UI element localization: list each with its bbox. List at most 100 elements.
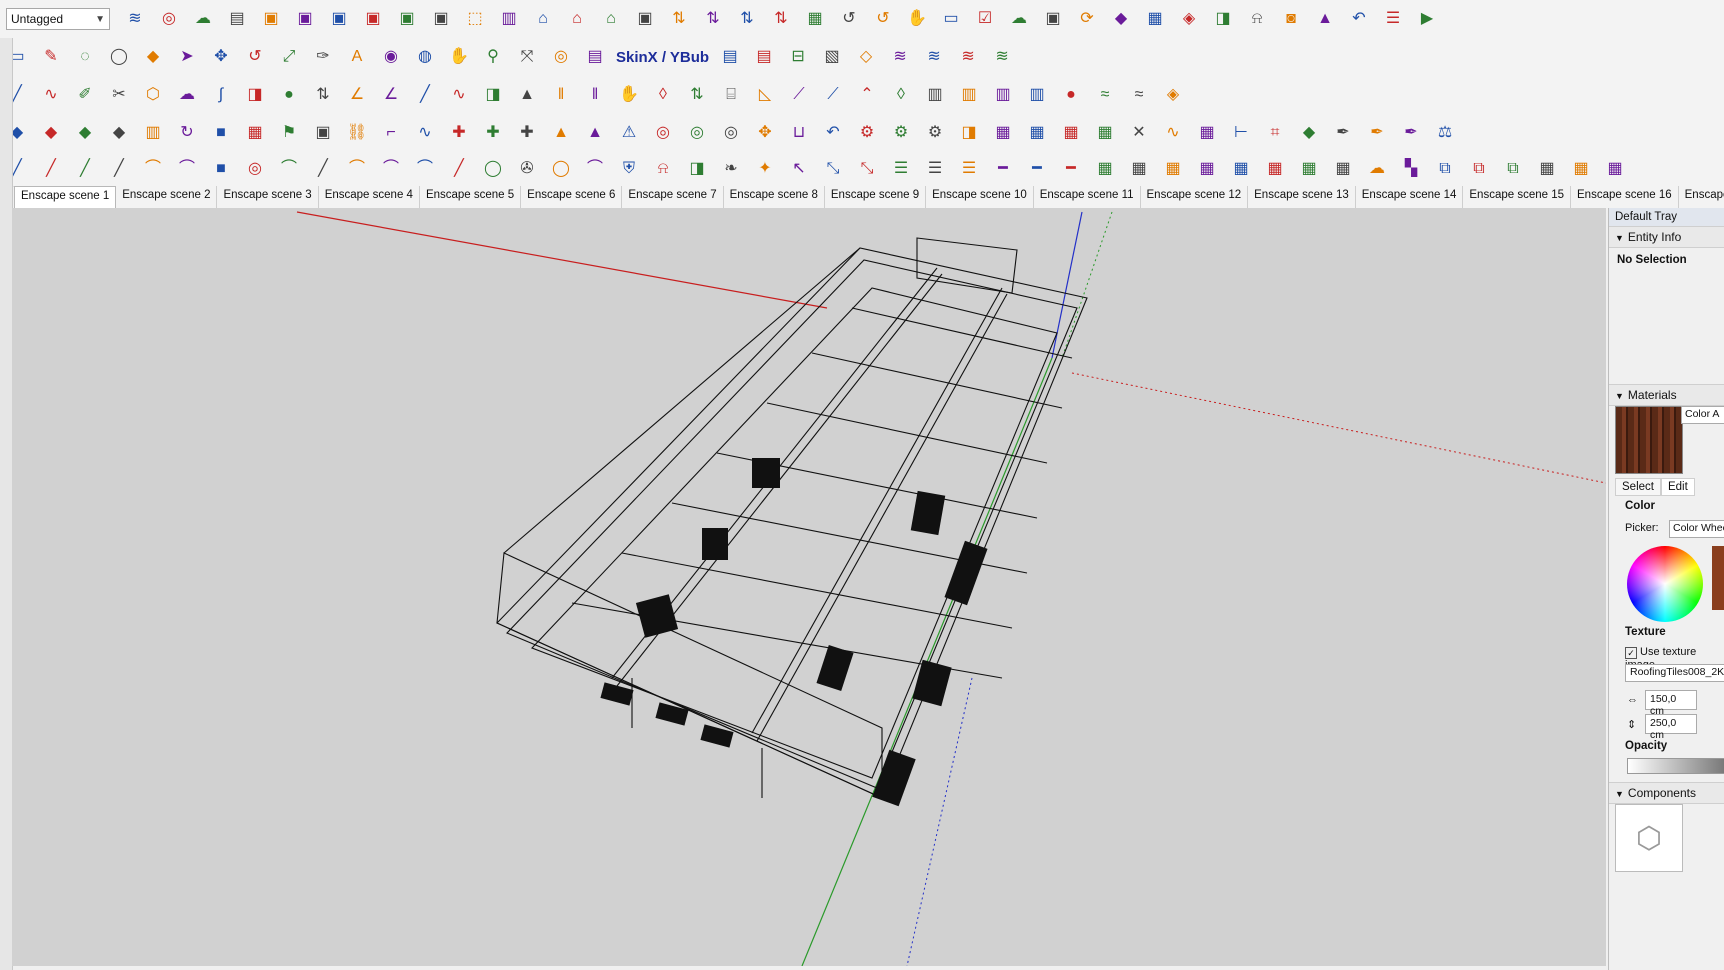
refresh-icon[interactable]: ⟳ (1073, 5, 1101, 33)
arc-icon[interactable]: ⌒ (343, 155, 371, 183)
pan-icon[interactable]: ✋ (445, 43, 473, 71)
stack-icon[interactable]: ▤ (716, 43, 744, 71)
scene-tab[interactable]: Enscape scene 9 (825, 186, 927, 208)
pen-icon[interactable]: ✒ (1329, 119, 1357, 147)
cloud-icon[interactable]: ☁ (189, 5, 217, 33)
cross-icon[interactable]: ✚ (445, 119, 473, 147)
arrow-icon[interactable]: ⇅ (309, 81, 337, 109)
scale-icon[interactable]: ⤢ (275, 43, 303, 71)
cube-icon[interactable]: ◨ (241, 81, 269, 109)
column-icon[interactable]: ‖ (581, 81, 609, 109)
scene-tab[interactable]: Enscape scene 12 (1141, 186, 1249, 208)
cube-icon[interactable]: ◨ (1209, 5, 1237, 33)
layers-icon[interactable]: ≋ (121, 5, 149, 33)
scene-tab[interactable]: Enscape scene 14 (1356, 186, 1464, 208)
pencil-icon[interactable]: ✎ (37, 43, 65, 71)
diamond-icon[interactable]: ◈ (1175, 5, 1203, 33)
scene-tab[interactable]: Enscape scene 10 (926, 186, 1034, 208)
checker-icon[interactable]: ▚ (1397, 155, 1425, 183)
paint-icon[interactable]: ◆ (1107, 5, 1135, 33)
grid-icon[interactable]: ▦ (1329, 155, 1357, 183)
cut-icon[interactable]: ✂ (105, 81, 133, 109)
wave-icon[interactable]: ≈ (1125, 81, 1153, 109)
wall-icon[interactable]: ▥ (955, 81, 983, 109)
triangle-icon[interactable]: ▲ (1311, 5, 1339, 33)
zoom-extents-icon[interactable]: ⤧ (513, 43, 541, 71)
angle-icon[interactable]: ∠ (377, 81, 405, 109)
home-icon[interactable]: ⌂ (563, 5, 591, 33)
scene-tab[interactable]: Enscape scene 13 (1248, 186, 1356, 208)
arc-icon[interactable]: ⌒ (275, 155, 303, 183)
grid-icon[interactable]: ▦ (1601, 155, 1629, 183)
curve-icon[interactable]: ∿ (1159, 119, 1187, 147)
grid-icon[interactable]: ▦ (989, 119, 1017, 147)
follow-me-icon[interactable]: ➤ (173, 43, 201, 71)
pen-icon[interactable]: ✒ (1363, 119, 1391, 147)
grid-icon[interactable]: ▦ (1091, 155, 1119, 183)
scene-tab[interactable]: Enscape scene 8 (724, 186, 825, 208)
polygon-icon[interactable]: ⬡ (139, 81, 167, 109)
cloud-icon[interactable]: ☁ (173, 81, 201, 109)
drop-icon[interactable]: ▲ (581, 119, 609, 147)
wall-icon[interactable]: ▥ (921, 81, 949, 109)
grid-icon[interactable]: ▦ (1533, 155, 1561, 183)
map-icon[interactable]: ▧ (818, 43, 846, 71)
scene-tab[interactable]: Enscape scene 11 (1034, 186, 1141, 208)
shape-icon[interactable]: ◊ (887, 81, 915, 109)
layers-icon[interactable]: ≋ (954, 43, 982, 71)
curve-icon[interactable]: ∿ (37, 81, 65, 109)
gear-icon[interactable]: ⚙ (887, 119, 915, 147)
material-name-field[interactable]: Color A (1681, 406, 1724, 424)
camera-icon[interactable]: ◙ (1277, 5, 1305, 33)
tab-edit[interactable]: Edit (1660, 478, 1695, 496)
balance-icon[interactable]: ⚖ (1431, 119, 1459, 147)
arrow-icon[interactable]: ⇅ (733, 5, 761, 33)
skin-label[interactable]: SkinX / YBub (616, 49, 709, 66)
stack-icon[interactable]: ▤ (223, 5, 251, 33)
opacity-slider[interactable] (1627, 758, 1724, 774)
home-icon[interactable]: ⌂ (597, 5, 625, 33)
grid-icon[interactable]: ▦ (1295, 155, 1323, 183)
scene-tab[interactable]: Enscape scene 16 (1571, 186, 1679, 208)
grid-icon[interactable]: ▦ (1141, 5, 1169, 33)
orbit-icon[interactable]: ◍ (411, 43, 439, 71)
cube-icon[interactable]: ◨ (955, 119, 983, 147)
color-wheel[interactable] (1627, 546, 1703, 622)
plane-icon[interactable]: ◆ (105, 119, 133, 147)
package-icon[interactable]: ⬚ (461, 5, 489, 33)
close-icon[interactable]: ✕ (1125, 119, 1153, 147)
cloud-icon[interactable]: ☁ (1005, 5, 1033, 33)
check-icon[interactable]: ☑ (971, 5, 999, 33)
rope-icon[interactable]: ∫ (207, 81, 235, 109)
section-icon[interactable]: ⊟ (784, 43, 812, 71)
text-icon[interactable]: A (343, 43, 371, 71)
box-icon[interactable]: ▣ (359, 5, 387, 33)
align-icon[interactable]: ☰ (887, 155, 915, 183)
move-icon[interactable]: ✥ (751, 119, 779, 147)
line-icon[interactable]: ╱ (105, 155, 133, 183)
tab-select[interactable]: Select (1615, 478, 1661, 496)
copy-icon[interactable]: ⧉ (1465, 155, 1493, 183)
hook-icon[interactable]: ↻ (173, 119, 201, 147)
chain-icon[interactable]: ⛓ (343, 119, 371, 147)
star-icon[interactable]: ✦ (751, 155, 779, 183)
grid-icon[interactable]: ▦ (1023, 119, 1051, 147)
component-thumbnail[interactable]: ⬡ (1615, 804, 1683, 872)
box-icon[interactable]: ▣ (309, 119, 337, 147)
circle-icon[interactable]: ◯ (547, 155, 575, 183)
spiral-icon[interactable]: ◎ (649, 119, 677, 147)
spiral-icon[interactable]: ◎ (683, 119, 711, 147)
triangle-icon[interactable]: ▲ (513, 81, 541, 109)
circle-icon[interactable]: ◯ (479, 155, 507, 183)
copy-icon[interactable]: ⧉ (1499, 155, 1527, 183)
rotate-icon[interactable]: ↺ (835, 5, 863, 33)
arrow-icon[interactable]: ⇅ (767, 5, 795, 33)
align-icon[interactable]: ☰ (921, 155, 949, 183)
scene-tab[interactable]: Enscape scene 6 (521, 186, 623, 208)
shield-icon[interactable]: ⛨ (615, 155, 643, 183)
wall-icon[interactable]: ▥ (989, 81, 1017, 109)
curve-icon[interactable]: ∿ (445, 81, 473, 109)
copy-icon[interactable]: ⧉ (1431, 155, 1459, 183)
tag-icon[interactable]: ◇ (852, 43, 880, 71)
undo-icon[interactable]: ↶ (819, 119, 847, 147)
